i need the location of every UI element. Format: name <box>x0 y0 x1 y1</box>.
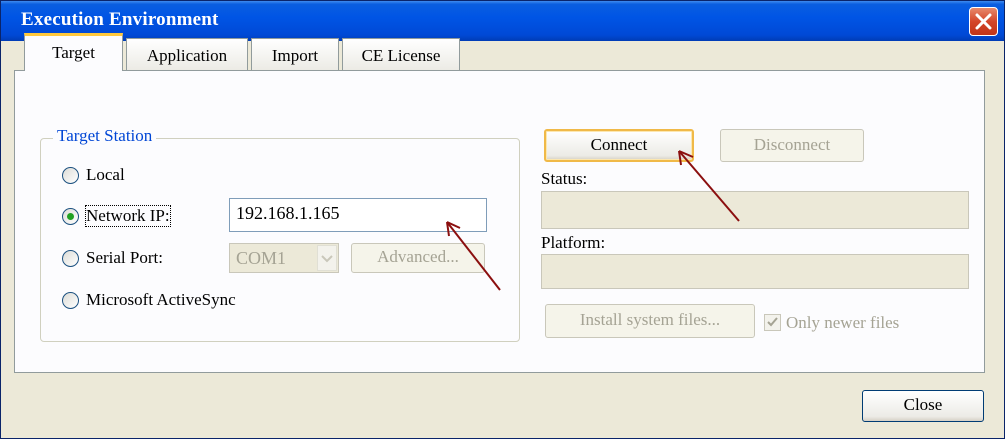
connect-button-label: Connect <box>590 135 648 154</box>
network-ip-input[interactable]: 192.168.1.165 <box>229 198 487 232</box>
advanced-button[interactable]: Advanced... <box>351 243 485 273</box>
serial-port-select[interactable]: COM1 <box>229 243 339 273</box>
close-button-label: Close <box>903 395 943 414</box>
radio-microsoft-activesync[interactable]: Microsoft ActiveSync <box>62 287 236 313</box>
radio-serial-port-label: Serial Port: <box>86 248 163 267</box>
tab-application[interactable]: Application <box>126 38 248 70</box>
only-newer-files-checkbox[interactable] <box>764 314 781 331</box>
tab-import[interactable]: Import <box>251 38 339 70</box>
target-station-group-label: Target Station <box>53 126 157 146</box>
title-bar[interactable]: Execution Environment <box>1 1 1004 41</box>
disconnect-button-label: Disconnect <box>753 135 831 154</box>
radio-network-ip-label: Network IP: <box>85 205 171 227</box>
radio-selected-dot <box>67 212 74 220</box>
platform-label: Platform: <box>541 233 606 252</box>
checkmark-icon <box>767 317 778 327</box>
radio-circle[interactable] <box>62 166 79 184</box>
only-newer-files-label: Only newer files <box>786 313 900 332</box>
radio-circle[interactable] <box>62 291 79 309</box>
advanced-button-label: Advanced... <box>377 247 459 266</box>
tab-label: Import <box>271 46 319 65</box>
tab-label: CE License <box>361 46 441 65</box>
status-field <box>541 191 969 229</box>
status-label: Status: <box>541 169 588 188</box>
tab-ce-license[interactable]: CE License <box>342 38 460 70</box>
radio-network-ip[interactable]: Network IP: <box>62 203 171 229</box>
radio-local[interactable]: Local <box>62 162 125 188</box>
install-button-label: Install system files... <box>579 310 721 329</box>
close-window-button[interactable] <box>969 7 998 36</box>
chevron-down-icon <box>321 255 333 263</box>
tab-label: Application <box>146 46 228 65</box>
radio-circle[interactable] <box>62 249 79 267</box>
radio-circle-selected[interactable] <box>62 207 79 225</box>
connect-button[interactable]: Connect <box>544 129 694 162</box>
serial-port-value: COM1 <box>236 248 287 268</box>
platform-field <box>541 254 969 289</box>
disconnect-button[interactable]: Disconnect <box>720 129 864 162</box>
close-button[interactable]: Close <box>862 390 984 422</box>
radio-serial-port[interactable]: Serial Port: <box>62 245 163 271</box>
dropdown-button[interactable] <box>317 245 337 271</box>
window-title: Execution Environment <box>21 9 219 30</box>
tab-label: Target <box>52 43 95 62</box>
install-system-files-button[interactable]: Install system files... <box>545 304 755 338</box>
radio-local-label: Local <box>86 165 125 184</box>
radio-activesync-label: Microsoft ActiveSync <box>86 290 236 309</box>
tab-target[interactable]: Target <box>24 33 123 71</box>
close-icon <box>975 13 992 30</box>
